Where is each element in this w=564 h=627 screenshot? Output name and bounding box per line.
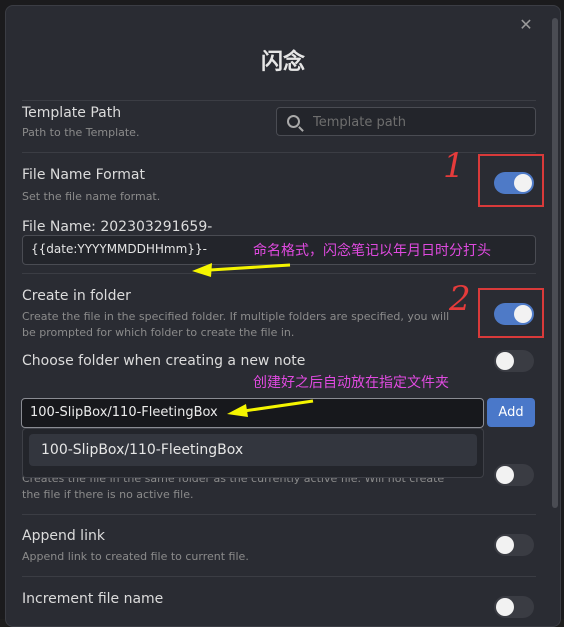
arrow-format: [192, 263, 291, 277]
annotation-arrows: [192, 263, 314, 417]
arrow-folder: [227, 399, 314, 417]
